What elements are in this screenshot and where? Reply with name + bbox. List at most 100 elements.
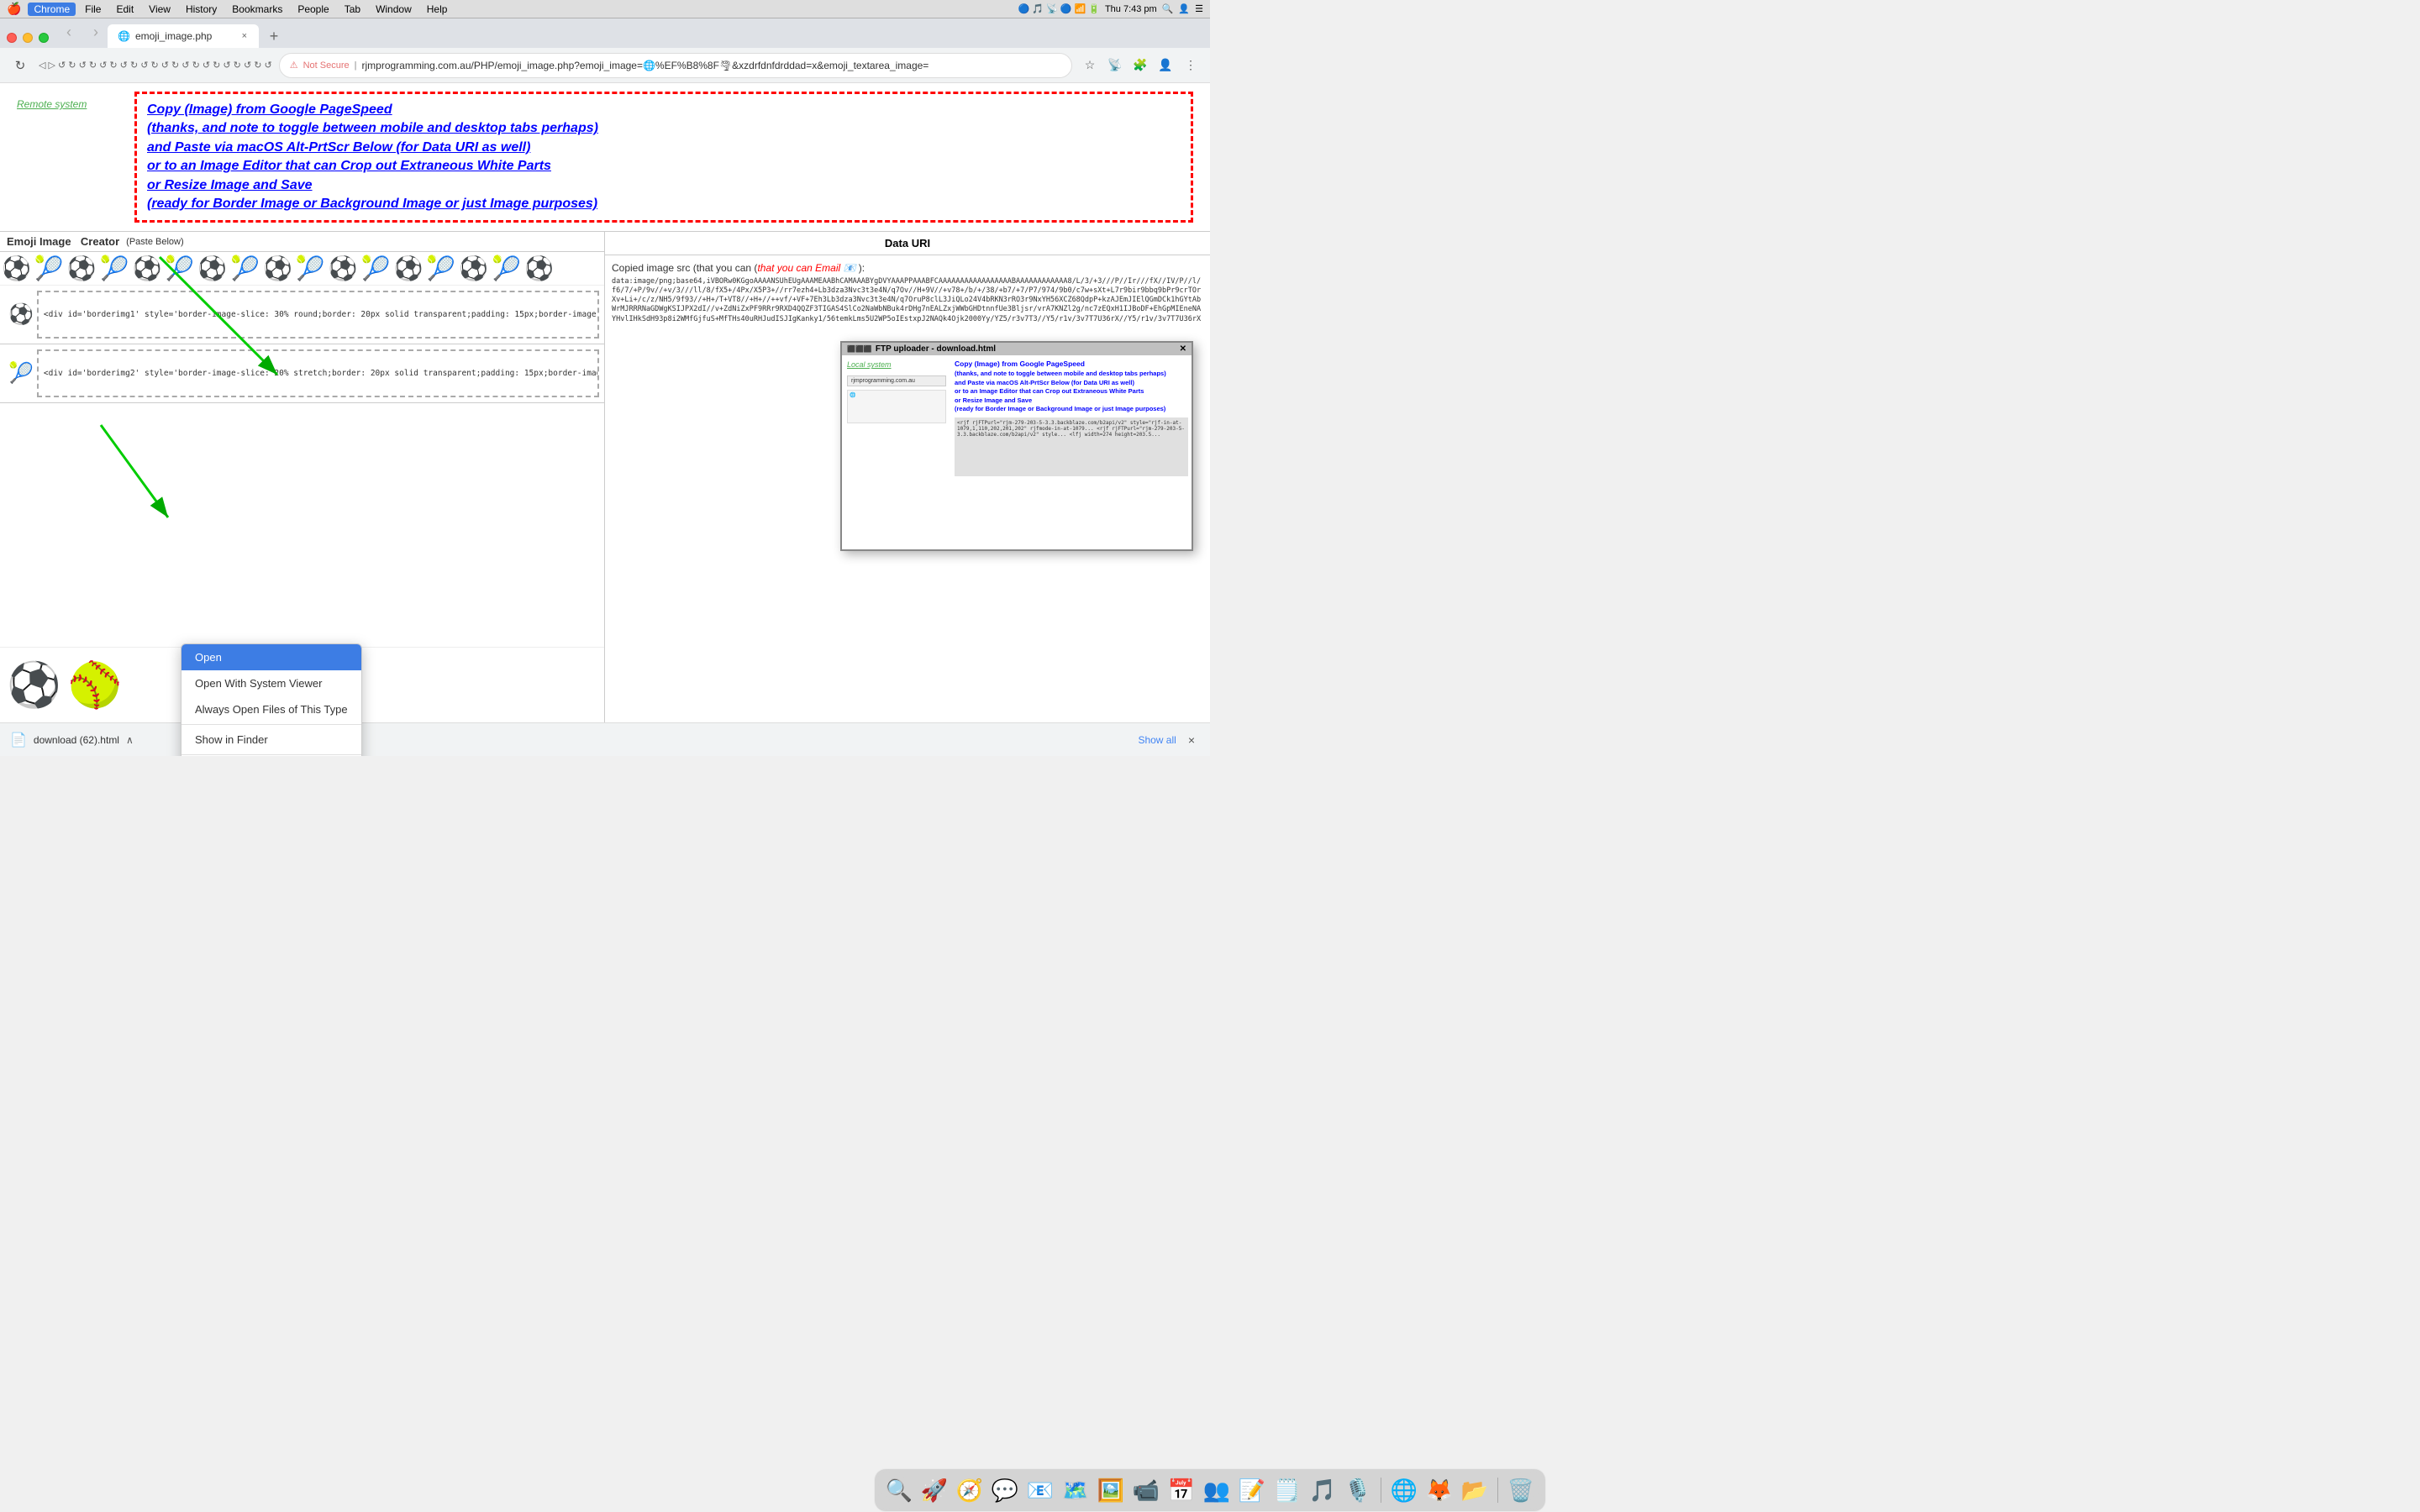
menu-help[interactable]: Help <box>421 3 454 16</box>
context-menu-separator-2 <box>182 754 361 755</box>
menu-tab[interactable]: Tab <box>339 3 366 16</box>
dock-finder[interactable]: 🔍 <box>883 1474 915 1506</box>
download-bar-close[interactable]: × <box>1183 732 1200 748</box>
emoji-ball-9: ⚽ <box>263 255 292 282</box>
dock-reminders[interactable]: 📝 <box>1236 1474 1268 1506</box>
screenshot-panel: ⬛⬛⬛ FTP uploader - download.html ✕ Local… <box>840 341 1193 551</box>
window-minimize-button[interactable] <box>23 33 33 43</box>
menubar-user-icon[interactable]: 👤 <box>1178 3 1190 14</box>
context-menu: Open Open With System Viewer Always Open… <box>181 643 362 756</box>
left-side-decoration-1: ⚽ <box>5 291 37 339</box>
screenshot-copy-title: Copy (Image) from Google PageSpeed <box>955 359 1188 370</box>
dock-podcasts[interactable]: 🎙️ <box>1342 1474 1374 1506</box>
context-menu-open-viewer[interactable]: Open With System Viewer <box>182 670 361 696</box>
dock-music[interactable]: 🎵 <box>1307 1474 1339 1506</box>
dock-launchpad[interactable]: 🚀 <box>918 1474 950 1506</box>
menu-bookmarks[interactable]: Bookmarks <box>226 3 288 16</box>
screenshot-url-bar: rjmprogramming.com.au <box>847 375 946 386</box>
context-menu-always-open[interactable]: Always Open Files of This Type <box>182 696 361 722</box>
emoji-ball-6: 🎾 <box>165 255 194 282</box>
nav-forward-button[interactable]: › <box>84 20 108 44</box>
copied-label-text: Copied image src (that you can <box>612 262 751 274</box>
context-menu-show-finder[interactable]: Show in Finder <box>182 727 361 753</box>
nav-back-button[interactable]: ‹ <box>57 20 81 44</box>
menu-edit[interactable]: Edit <box>110 3 139 16</box>
download-file-icon: 📄 <box>10 732 27 748</box>
remote-system-label[interactable]: Remote system <box>17 98 101 110</box>
menu-icon[interactable]: ⋮ <box>1180 55 1202 76</box>
extensions-icon[interactable]: 🧩 <box>1129 55 1151 76</box>
menubar-control-icon[interactable]: ☰ <box>1195 3 1203 14</box>
dock-mail[interactable]: 📧 <box>1024 1474 1056 1506</box>
main-area: Emoji Image Creator (Paste Below) ⚽ 🎾 ⚽ … <box>0 231 1210 722</box>
tab-title: emoji_image.php <box>135 30 235 42</box>
refresh-button[interactable]: ↻ <box>8 54 32 77</box>
menu-people[interactable]: People <box>292 3 334 16</box>
emoji-ball-7: ⚽ <box>197 255 227 282</box>
dock-messages[interactable]: 💬 <box>989 1474 1021 1506</box>
dock-chrome[interactable]: 🌐 <box>1388 1474 1420 1506</box>
creator-label: Creator <box>81 235 119 248</box>
borderimg2-textarea[interactable]: <div id='borderimg2' style='border-image… <box>37 349 599 397</box>
paste-below-label: (Paste Below) <box>126 237 183 247</box>
context-menu-open[interactable]: Open <box>182 644 361 670</box>
soccer-ball-icon: ⚽ <box>7 659 61 711</box>
window-maximize-button[interactable] <box>39 33 49 43</box>
new-tab-button[interactable]: + <box>262 24 286 48</box>
download-arrow-button[interactable]: ∧ <box>126 734 134 746</box>
emoji-image-label: Emoji Image <box>7 235 71 248</box>
window-controls <box>7 33 49 43</box>
dock-filezilla[interactable]: 📂 <box>1459 1474 1491 1506</box>
tab-close-button[interactable]: × <box>240 29 249 43</box>
dock-firefox[interactable]: 🦊 <box>1423 1474 1455 1506</box>
menubar-search-icon[interactable]: 🔍 <box>1162 3 1174 14</box>
emoji-ball-5: ⚽ <box>133 255 162 282</box>
security-icon: ⚠ <box>290 60 298 71</box>
context-menu-separator-1 <box>182 724 361 725</box>
instructions-text: Copy (Image) from Google PageSpeed (than… <box>134 92 1193 223</box>
screenshot-line-4: or Resize Image and Save <box>955 396 1188 406</box>
instruction-line4: or to an Image Editor that can Crop out … <box>147 159 551 173</box>
menu-chrome[interactable]: Chrome <box>28 3 76 16</box>
screenshot-line-3: or to an Image Editor that can Crop out … <box>955 387 1188 396</box>
emoji-ball-3: ⚽ <box>67 255 97 282</box>
dock-safari[interactable]: 🧭 <box>954 1474 986 1506</box>
bookmark-icon[interactable]: ☆ <box>1079 55 1101 76</box>
left-panel: Emoji Image Creator (Paste Below) ⚽ 🎾 ⚽ … <box>0 232 605 722</box>
textarea-section-2: 🎾 <div id='borderimg2' style='border-ima… <box>0 344 604 403</box>
menu-file[interactable]: File <box>79 3 107 16</box>
address-row: ↻ ◁ ▷ ↺ ↻ ↺ ↻ ↺ ↻ ↺ ↻ ↺ ↻ ↺ ↻ ↺ ↻ ↺ ↻ ↺ … <box>0 48 1210 83</box>
download-filename: download (62).html <box>34 734 119 746</box>
profile-icon[interactable]: 👤 <box>1155 55 1176 76</box>
address-bar[interactable]: ⚠ Not Secure | rjmprogramming.com.au/PHP… <box>279 53 1072 78</box>
dock-calendar[interactable]: 📅 <box>1165 1474 1197 1506</box>
data-uri-header: Data URI <box>605 232 1210 255</box>
browser-tab-active[interactable]: 🌐 emoji_image.php × <box>108 24 259 48</box>
dock-maps[interactable]: 🗺️ <box>1060 1474 1092 1506</box>
emoji-ball-14: 🎾 <box>426 255 455 282</box>
screenshot-line-5: (ready for Border Image or Background Im… <box>955 405 1188 414</box>
borderimg1-textarea[interactable]: <div id='borderimg1' style='border-image… <box>37 291 599 339</box>
dock-trash[interactable]: 🗑️ <box>1505 1474 1537 1506</box>
instruction-line6: (ready for Border Image or Background Im… <box>147 197 597 211</box>
screenshot-local-system: Local system <box>847 360 946 369</box>
dock-contacts[interactable]: 👥 <box>1201 1474 1233 1506</box>
screenshot-panel-close[interactable]: ✕ <box>1180 344 1186 354</box>
menu-window[interactable]: Window <box>370 3 418 16</box>
show-all-button[interactable]: Show all <box>1138 734 1176 746</box>
cast-icon[interactable]: 📡 <box>1104 55 1126 76</box>
menu-view[interactable]: View <box>143 3 176 16</box>
tab-favicon: 🌐 <box>118 30 130 42</box>
nav-icon-group: ◁ ▷ ↺ ↻ ↺ ↻ ↺ ↻ ↺ ↻ ↺ ↻ ↺ ↻ ↺ ↻ ↺ ↻ ↺ ↻ … <box>39 60 272 71</box>
apple-menu-icon[interactable]: 🍎 <box>7 2 21 16</box>
dock-facetime[interactable]: 📹 <box>1130 1474 1162 1506</box>
instructions-section: Remote system Copy (Image) from Google P… <box>0 83 1210 231</box>
copied-label: Copied image src (that you can (that you… <box>612 262 1203 274</box>
screenshot-panel-header: ⬛⬛⬛ FTP uploader - download.html ✕ <box>842 343 1192 355</box>
window-close-button[interactable] <box>7 33 17 43</box>
screenshot-local-label: Local system rjmprogramming.com.au 🌐 <box>842 355 951 547</box>
dock-photos[interactable]: 🖼️ <box>1095 1474 1127 1506</box>
page-content: Remote system Copy (Image) from Google P… <box>0 83 1210 756</box>
menu-history[interactable]: History <box>180 3 223 16</box>
dock-notes[interactable]: 🗒️ <box>1271 1474 1303 1506</box>
